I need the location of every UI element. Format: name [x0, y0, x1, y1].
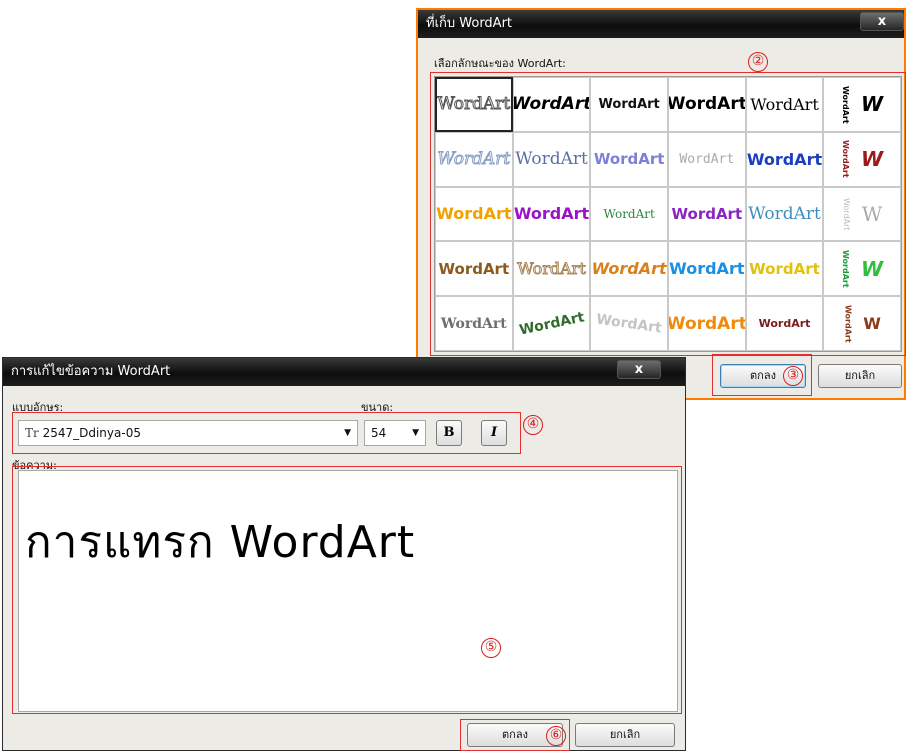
edit-close-button[interactable]: x	[617, 360, 661, 379]
wordart-style-24[interactable]: WordArt W	[823, 241, 901, 297]
wordart-style-5[interactable]: WordArt	[745, 77, 824, 132]
size-select[interactable]: 54 ▼	[364, 420, 426, 446]
callout-3: ③	[783, 366, 803, 386]
wordart-style-13[interactable]: WordArt	[435, 186, 513, 242]
gallery-title: ที่เก็บ WordArt	[426, 16, 513, 31]
wordart-style-8[interactable]: WordArt	[512, 131, 591, 187]
callout-5: ⑤	[481, 638, 501, 658]
wordart-style-20[interactable]: WordArt	[512, 241, 591, 297]
wordart-style-28[interactable]: WordArt	[667, 296, 746, 351]
wordart-style-16[interactable]: WordArt	[667, 186, 746, 242]
gallery-title-bar: ที่เก็บ WordArt	[418, 10, 904, 38]
edit-title: การแก้ไขข้อความ WordArt	[11, 364, 171, 379]
callout-4: ④	[523, 415, 543, 435]
wordart-style-11[interactable]: WordArt	[745, 131, 824, 187]
gallery-cancel-button[interactable]: ยกเลิก	[818, 364, 902, 388]
wordart-style-18[interactable]: WordArt W	[823, 186, 901, 242]
font-type-icon: Tr	[25, 426, 39, 440]
gallery-close-button[interactable]: x	[860, 12, 904, 31]
wordart-style-14[interactable]: WordArt	[512, 186, 591, 242]
choose-style-label: เลือกลักษณะของ WordArt:	[434, 57, 566, 70]
wordart-style-6[interactable]: WordArt W	[823, 77, 901, 132]
edit-cancel-button[interactable]: ยกเลิก	[575, 723, 675, 747]
wordart-style-17[interactable]: WordArt	[745, 186, 824, 242]
wordart-style-10[interactable]: WordArt	[667, 131, 746, 187]
italic-button[interactable]: I	[481, 420, 507, 446]
wordart-style-grid: WordArt WordArt WordArt WordArt WordArt …	[434, 76, 902, 352]
callout-2: ②	[748, 52, 768, 72]
wordart-style-27[interactable]: WordArt	[590, 296, 668, 351]
chevron-down-icon: ▼	[412, 428, 419, 438]
wordart-style-26[interactable]: WordArt	[512, 296, 591, 351]
wordart-text-input[interactable]: การแทรก WordArt	[18, 470, 678, 712]
edit-wordart-text-dialog: การแก้ไขข้อความ WordArt x แบบอักษร: ขนาด…	[2, 357, 686, 751]
wordart-text-value: การแทรก WordArt	[25, 517, 416, 568]
wordart-style-9[interactable]: WordArt	[590, 131, 668, 187]
wordart-style-22[interactable]: WordArt	[667, 241, 746, 297]
bold-button[interactable]: B	[436, 420, 462, 446]
wordart-style-21[interactable]: WordArt	[590, 241, 668, 297]
chevron-down-icon: ▼	[344, 428, 351, 438]
wordart-style-7[interactable]: WordArt	[435, 131, 513, 187]
wordart-style-29[interactable]: WordArt	[745, 296, 824, 351]
wordart-style-15[interactable]: WordArt	[590, 186, 668, 242]
wordart-style-3[interactable]: WordArt	[590, 77, 668, 132]
wordart-style-25[interactable]: WordArt	[435, 296, 513, 351]
wordart-style-30[interactable]: WordArt W	[823, 296, 901, 351]
wordart-style-2[interactable]: WordArt	[512, 77, 591, 132]
wordart-style-4[interactable]: WordArt	[667, 77, 746, 132]
wordart-style-12[interactable]: WordArt W	[823, 131, 901, 187]
wordart-gallery-dialog: ที่เก็บ WordArt x เลือกลักษณะของ WordArt…	[416, 8, 906, 400]
font-select[interactable]: Tr 2547_Ddinya-05 ▼	[18, 420, 358, 446]
wordart-style-19[interactable]: WordArt	[435, 241, 513, 297]
wordart-style-23[interactable]: WordArt	[745, 241, 824, 297]
callout-6: ⑥	[546, 726, 566, 746]
size-select-value: 54	[371, 426, 387, 440]
wordart-style-1[interactable]: WordArt	[435, 77, 513, 132]
font-select-value: 2547_Ddinya-05	[42, 426, 141, 440]
edit-title-bar: การแก้ไขข้อความ WordArt	[3, 358, 685, 386]
